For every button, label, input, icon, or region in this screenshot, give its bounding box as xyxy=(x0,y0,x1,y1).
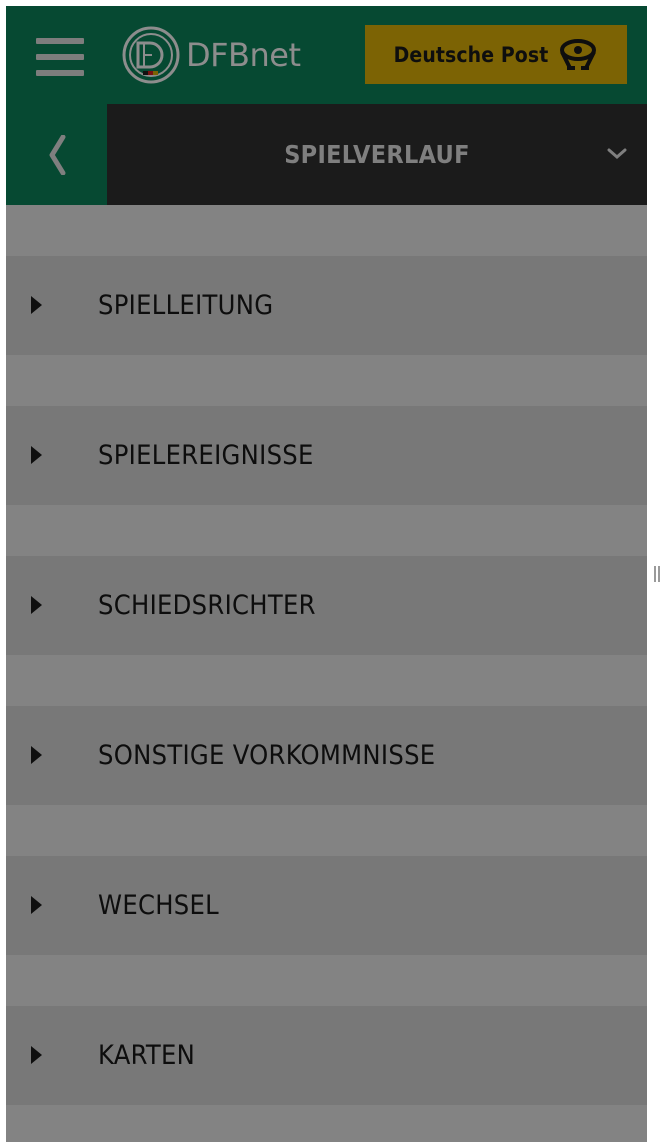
triangle-right-icon xyxy=(31,896,42,914)
app-container: DFBnet Deutsche Post SPIELVERLAUF SPIELL… xyxy=(6,6,647,1142)
dfbnet-logo: DFBnet xyxy=(122,25,301,85)
app-header: DFBnet Deutsche Post xyxy=(6,6,647,104)
section-row-sonstige-vorkommnisse[interactable]: SONSTIGE VORKOMMNISSE xyxy=(6,706,647,805)
brand-name: DFBnet xyxy=(186,36,301,74)
triangle-right-icon xyxy=(31,596,42,614)
section-row-schiedsrichter[interactable]: SCHIEDSRICHTER xyxy=(6,556,647,655)
section-row-spielereignisse[interactable]: SPIELEREIGNISSE xyxy=(6,406,647,505)
sponsor-name: Deutsche Post xyxy=(393,42,549,67)
dfb-emblem-icon xyxy=(122,26,180,84)
post-horn-icon xyxy=(560,38,597,70)
section-label: KARTEN xyxy=(98,1040,196,1071)
list-spacer xyxy=(6,505,647,556)
list-spacer xyxy=(6,655,647,706)
list-spacer xyxy=(6,205,647,256)
chevron-down-icon[interactable] xyxy=(607,148,627,160)
hamburger-menu-icon[interactable] xyxy=(36,38,84,76)
section-label: WECHSEL xyxy=(98,890,220,921)
section-label: SCHIEDSRICHTER xyxy=(98,590,316,621)
sponsor-banner[interactable]: Deutsche Post xyxy=(365,25,627,84)
page-header: SPIELVERLAUF xyxy=(6,104,647,205)
list-spacer xyxy=(6,355,647,406)
list-spacer xyxy=(6,955,647,1006)
triangle-right-icon xyxy=(31,446,42,464)
section-label: SPIELEREIGNISSE xyxy=(98,440,314,471)
section-label: SONSTIGE VORKOMMNISSE xyxy=(98,740,436,771)
back-button[interactable] xyxy=(6,104,107,205)
section-row-spielleitung[interactable]: SPIELLEITUNG xyxy=(6,256,647,355)
chevron-left-icon xyxy=(49,134,65,175)
section-row-karten[interactable]: KARTEN xyxy=(6,1006,647,1105)
section-list: SPIELLEITUNG SPIELEREIGNISSE SCHIEDSRICH… xyxy=(6,205,647,1142)
page-title: SPIELVERLAUF xyxy=(284,140,470,169)
triangle-right-icon xyxy=(31,296,42,314)
triangle-right-icon xyxy=(31,1046,42,1064)
triangle-right-icon xyxy=(31,746,42,764)
list-spacer xyxy=(6,805,647,856)
section-label: SPIELLEITUNG xyxy=(98,290,274,321)
panel-resize-handle[interactable] xyxy=(654,566,660,582)
section-row-wechsel[interactable]: WECHSEL xyxy=(6,856,647,955)
list-spacer xyxy=(6,1105,647,1142)
